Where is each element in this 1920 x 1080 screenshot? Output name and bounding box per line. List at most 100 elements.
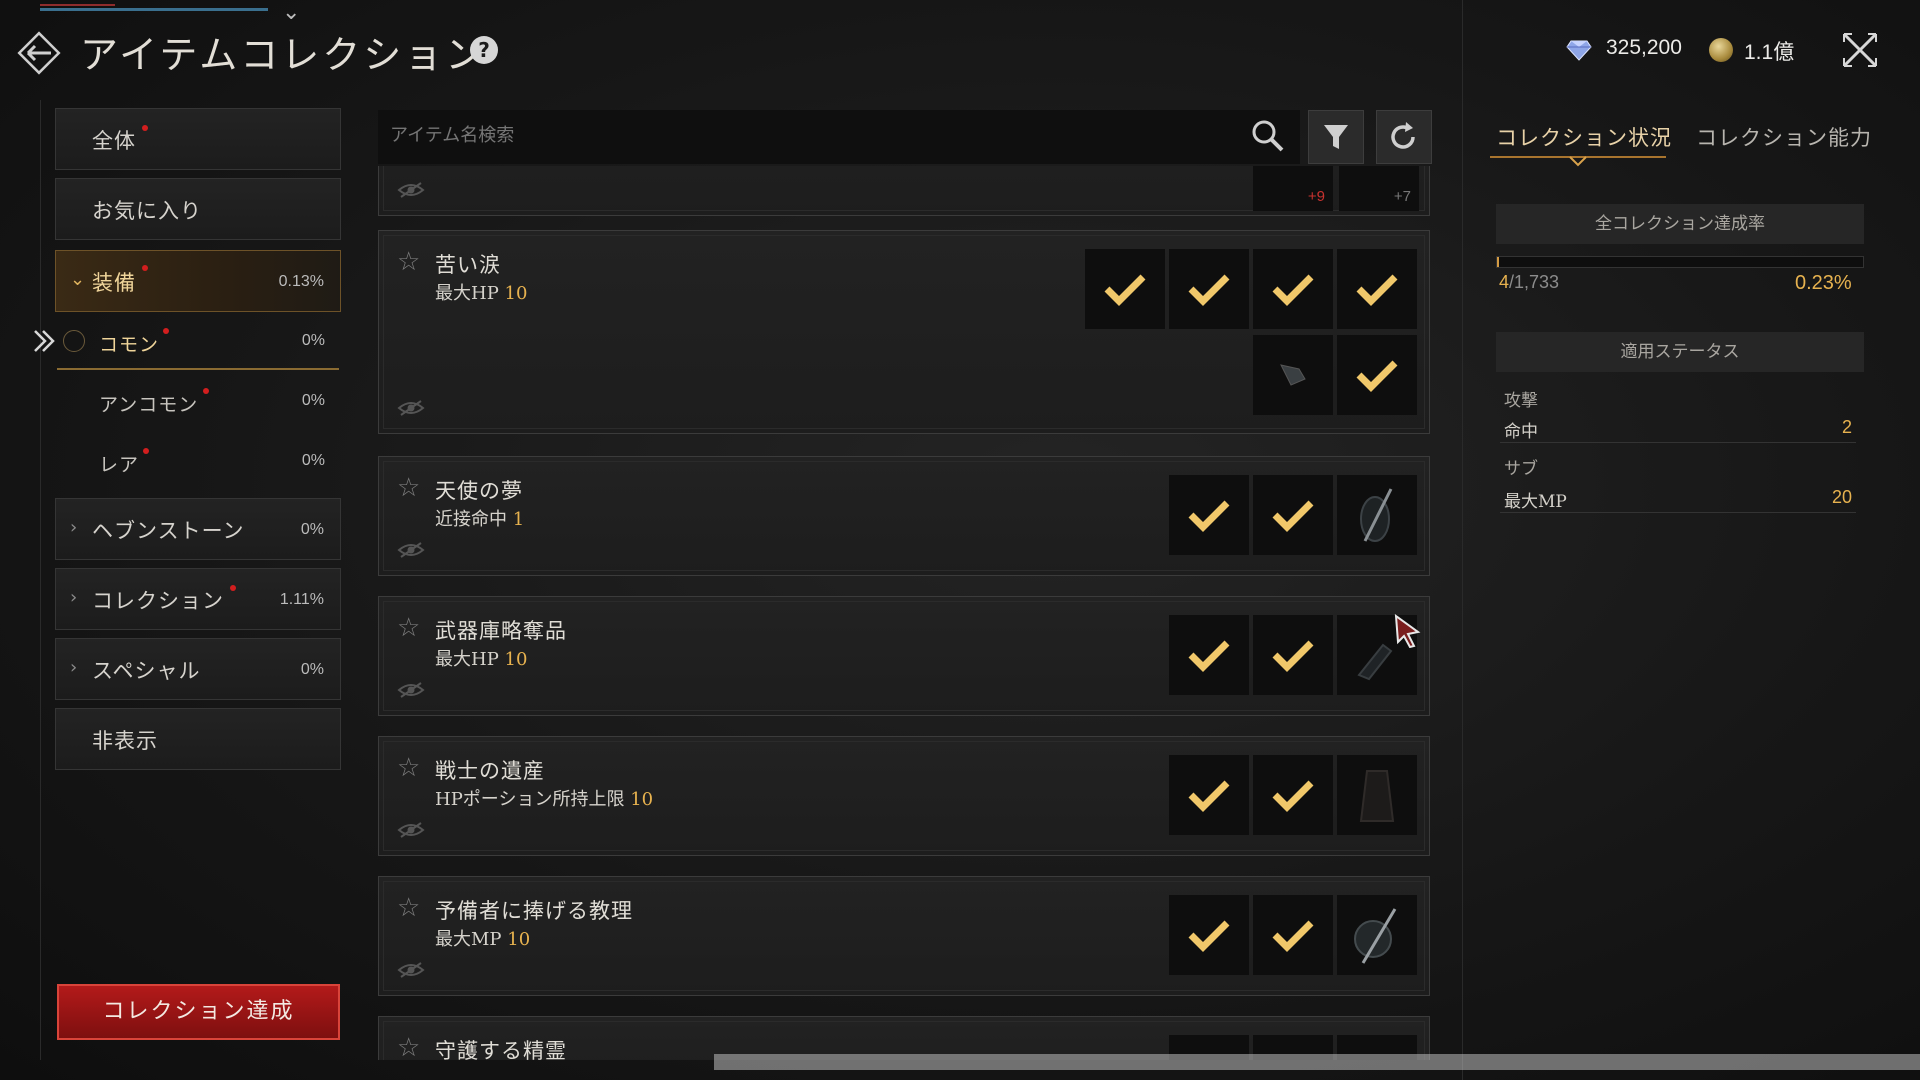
tab-collection-ability[interactable]: コレクション能力 xyxy=(1696,122,1872,152)
horizontal-scrollbar[interactable] xyxy=(714,1054,1920,1070)
item-slot-completed[interactable] xyxy=(1169,249,1249,329)
sidebar-item-favorites[interactable]: お気に入り xyxy=(55,178,341,240)
hide-eye-icon[interactable] xyxy=(397,961,425,983)
collection-stat: 最大HP 10 xyxy=(435,645,527,671)
item-slot-completed[interactable] xyxy=(1337,335,1417,415)
collection-card[interactable]: ☆ 予備者に捧げる教理 最大MP 10 xyxy=(378,876,1430,996)
item-slot-completed[interactable] xyxy=(1253,895,1333,975)
collection-card[interactable]: ☆ 武器庫略奪品 最大HP 10 xyxy=(378,596,1430,716)
item-slot-completed[interactable] xyxy=(1253,615,1333,695)
checkmark-icon xyxy=(1272,920,1314,952)
collection-stat: 最大MP 10 xyxy=(435,925,530,951)
completion-total: /1,733 xyxy=(1509,272,1560,292)
collection-card[interactable]: ☆ 戦士の遺産 HPポーション所持上限 10 xyxy=(378,736,1430,856)
stat-name: 最大HP xyxy=(435,649,499,670)
completion-progress-fill xyxy=(1497,257,1499,267)
sidebar-subitem-percent: 0% xyxy=(301,452,325,469)
sidebar-item-heavenstone[interactable]: › ヘブンストーン 0% xyxy=(55,498,341,560)
collection-card[interactable]: ☆ 苦い涙 最大HP 10 xyxy=(378,230,1430,434)
selected-underline xyxy=(57,368,339,370)
collection-achieve-button[interactable]: コレクション達成 xyxy=(57,984,340,1040)
sidebar-item-label: ヘブンストーン xyxy=(92,519,245,543)
collection-name: 守護する精霊 xyxy=(435,1039,567,1060)
top-indicator-blue xyxy=(40,8,268,11)
item-slot[interactable] xyxy=(1253,335,1333,415)
sidebar-subitem-label: レア xyxy=(99,454,140,476)
stat-value: 10 xyxy=(507,929,531,950)
hide-eye-icon[interactable] xyxy=(397,681,425,703)
stat-value: 10 xyxy=(630,789,654,810)
hide-eye-icon[interactable] xyxy=(397,541,425,563)
filter-button[interactable] xyxy=(1308,110,1364,164)
item-slot-completed[interactable] xyxy=(1169,475,1249,555)
sidebar-item-hidden[interactable]: 非表示 xyxy=(55,708,341,770)
chevron-down-icon[interactable]: ⌄ xyxy=(282,0,300,25)
refresh-icon xyxy=(1391,122,1415,149)
hide-eye-icon[interactable] xyxy=(397,821,425,843)
item-slot-completed[interactable] xyxy=(1169,755,1249,835)
chevron-right-icon: › xyxy=(70,587,78,608)
item-slot[interactable] xyxy=(1337,755,1417,835)
favorite-star-icon[interactable]: ☆ xyxy=(397,753,420,783)
search-icon[interactable] xyxy=(1250,118,1286,158)
sidebar-item-equipment[interactable]: ⌄ 装備 0.13% xyxy=(55,250,341,312)
item-slot-completed[interactable] xyxy=(1337,249,1417,329)
sidebar-subitem-common[interactable]: コモン 0% xyxy=(55,314,341,370)
collection-list[interactable]: +9 +7 ☆ 苦い涙 最大HP 10 ☆ 天使の夢 近接命中 1 ☆ 武器庫略… xyxy=(376,166,1432,1060)
search-input[interactable] xyxy=(388,124,1092,147)
help-icon[interactable]: ? xyxy=(470,36,498,64)
completion-progress-bar xyxy=(1496,256,1864,268)
shield-sword-item-icon xyxy=(1354,908,1397,964)
checkmark-icon xyxy=(1356,360,1398,392)
sidebar-subitem-uncommon[interactable]: アンコモン 0% xyxy=(55,374,341,430)
page-title: アイテムコレクション xyxy=(80,33,487,77)
item-slot[interactable]: +9 xyxy=(1253,166,1333,211)
enchant-level: +7 xyxy=(1393,188,1411,205)
item-slot-completed[interactable] xyxy=(1253,249,1333,329)
collection-card-partial[interactable]: +9 +7 xyxy=(378,166,1430,216)
sidebar-item-percent: 0% xyxy=(300,521,324,538)
close-button[interactable] xyxy=(1840,30,1880,70)
collection-name: 戦士の遺産 xyxy=(435,759,545,783)
sidebar-item-percent: 1.11% xyxy=(279,591,324,608)
chevron-right-icon: › xyxy=(70,517,78,538)
sidebar-item-label: 非表示 xyxy=(92,729,158,753)
checkmark-icon xyxy=(1188,780,1230,812)
sidebar-item-all[interactable]: 全体 xyxy=(55,108,341,170)
back-arrow-icon xyxy=(17,31,61,75)
filter-icon xyxy=(1324,125,1348,149)
item-slot-completed[interactable] xyxy=(1253,755,1333,835)
item-slot[interactable] xyxy=(1337,895,1417,975)
stat-value: 10 xyxy=(504,649,528,670)
favorite-star-icon[interactable]: ☆ xyxy=(397,473,420,503)
hide-eye-icon[interactable] xyxy=(397,181,425,203)
favorite-star-icon[interactable]: ☆ xyxy=(397,613,420,643)
completion-percent: 0.23% xyxy=(1795,272,1852,294)
notification-dot xyxy=(142,265,148,271)
favorite-star-icon[interactable]: ☆ xyxy=(397,1033,420,1060)
stat-name: 命中 xyxy=(1504,422,1538,442)
checkmark-icon xyxy=(1356,274,1398,306)
notification-dot xyxy=(163,328,169,334)
coin-balance: 1.1億 xyxy=(1744,41,1795,64)
item-slot-completed[interactable] xyxy=(1169,615,1249,695)
favorite-star-icon[interactable]: ☆ xyxy=(397,893,420,923)
tab-collection-status[interactable]: コレクション状況 xyxy=(1496,122,1672,152)
collection-card[interactable]: ☆ 天使の夢 近接命中 1 xyxy=(378,456,1430,576)
completion-rate-header: 全コレクション達成率 xyxy=(1496,204,1864,244)
diamond-icon xyxy=(1566,38,1592,66)
item-slot-completed[interactable] xyxy=(1169,895,1249,975)
item-slot[interactable]: +7 xyxy=(1339,166,1419,211)
hide-eye-icon[interactable] xyxy=(397,399,425,421)
sidebar-subitem-rare[interactable]: レア 0% xyxy=(55,434,341,490)
item-slot-completed[interactable] xyxy=(1085,249,1165,329)
item-slot[interactable] xyxy=(1337,475,1417,555)
stat-value: 20 xyxy=(1831,487,1852,507)
sidebar-item-special[interactable]: › スペシャル 0% xyxy=(55,638,341,700)
collection-stat: HPポーション所持上限 10 xyxy=(435,785,653,811)
sidebar-item-collection[interactable]: › コレクション 1.11% xyxy=(55,568,341,630)
favorite-star-icon[interactable]: ☆ xyxy=(397,247,420,277)
back-button[interactable] xyxy=(14,28,64,78)
item-slot-completed[interactable] xyxy=(1253,475,1333,555)
refresh-button[interactable] xyxy=(1376,110,1432,164)
